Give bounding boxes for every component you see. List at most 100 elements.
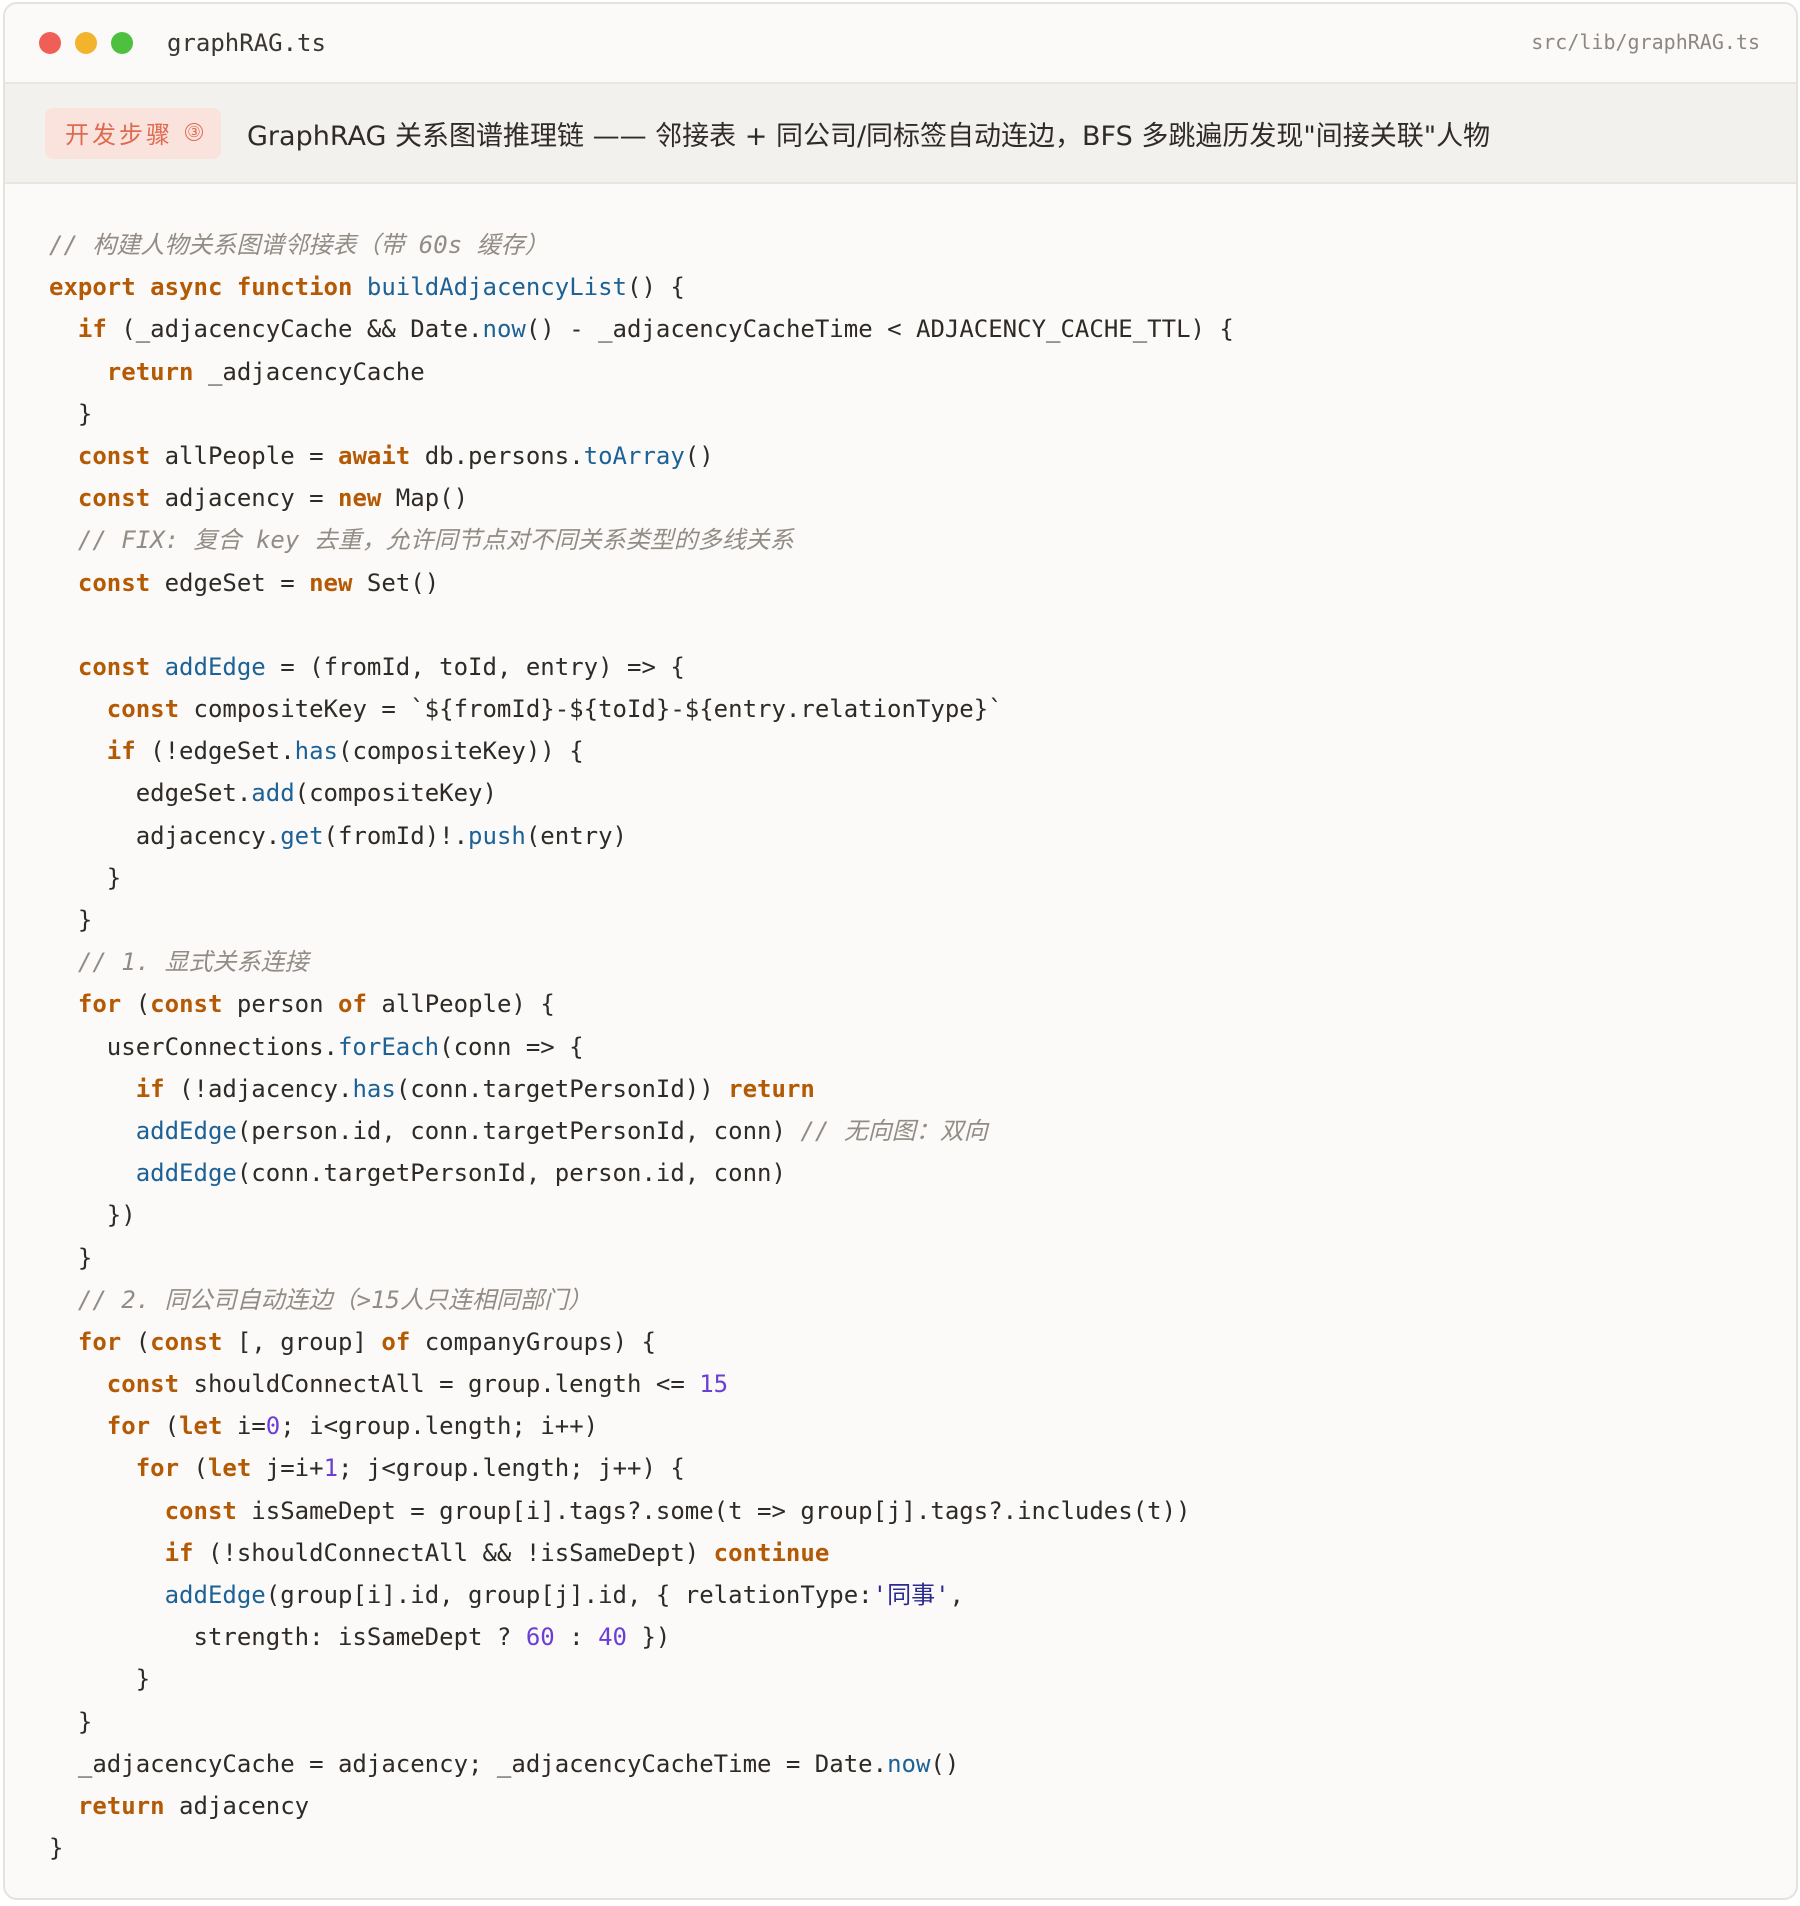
code-line: } (49, 1658, 1234, 1700)
code-line: addEdge(group[i].id, group[j].id, { rela… (49, 1574, 1234, 1616)
code-token: (_adjacencyCache && Date. (106, 315, 483, 344)
code-token: = (fromId, toId, entry) => { (265, 652, 685, 681)
code-window: graphRAG.ts src/lib/graphRAG.ts 开发步骤 ③ G… (3, 2, 1798, 1900)
keyword-token: if (106, 737, 136, 766)
code-token: ( (121, 990, 151, 1019)
code-token: (!edgeSet. (135, 737, 295, 766)
keyword-token: const (106, 1370, 180, 1399)
code-line: for (let i=0; i<group.length; i++) (49, 1405, 1234, 1447)
string-token: '同事' (872, 1581, 950, 1609)
keyword-token: for (106, 1412, 151, 1441)
code-line: return _adjacencyCache (49, 351, 1234, 393)
code-token: shouldConnectAll = group.length <= (179, 1370, 700, 1399)
code-token: [, group] (222, 1327, 382, 1356)
code-token: userConnections. (49, 1032, 338, 1061)
code-line: strength: isSameDept ? 60 : 40 }) (49, 1616, 1234, 1658)
keyword-token: let (179, 1412, 223, 1441)
keyword-token: return (728, 1074, 815, 1103)
keyword-token: new (338, 484, 382, 513)
keyword-token: of (338, 990, 367, 1019)
code-line: } (49, 1237, 1234, 1279)
comment-token: // 1. 显式关系连接 (77, 948, 309, 977)
code-token: _adjacencyCache = adjacency; _adjacencyC… (49, 1749, 888, 1778)
code-token: companyGroups) { (410, 1327, 656, 1356)
code-line: const compositeKey = `${fromId}-${toId}-… (49, 688, 1234, 730)
code-token: Set() (352, 568, 440, 597)
code-token: , (949, 1581, 964, 1609)
keyword-token: async (150, 273, 223, 302)
code-token: db.persons. (410, 441, 584, 470)
code-token: strength: isSameDept ? (49, 1623, 526, 1652)
file-name: graphRAG.ts (167, 29, 326, 57)
code-token: (group[i].id, group[j].id, { relationTyp… (265, 1581, 873, 1609)
code-token: allPeople) { (366, 990, 555, 1019)
code-token: }) (627, 1623, 671, 1652)
code-token: (conn.targetPersonId, person.id, conn) (236, 1159, 786, 1188)
maximize-window-icon[interactable] (111, 32, 133, 54)
keyword-token: const (150, 1327, 223, 1356)
window-controls (39, 32, 133, 54)
code-token: adjacency. (49, 821, 281, 850)
number-token: 15 (699, 1370, 729, 1399)
window-titlebar: graphRAG.ts src/lib/graphRAG.ts (5, 4, 1796, 84)
code-token: ( (121, 1327, 151, 1356)
code-line: addEdge(conn.targetPersonId, person.id, … (49, 1152, 1234, 1194)
code-line: // 1. 显式关系连接 (49, 941, 1234, 983)
function-token: toArray (583, 441, 685, 470)
comment-token: // 构建人物关系图谱邻接表（带 60s 缓存） (49, 231, 549, 259)
code-line: // 构建人物关系图谱邻接表（带 60s 缓存） (49, 224, 1234, 266)
keyword-token: const (77, 441, 151, 470)
keyword-token: const (77, 484, 151, 513)
file-path: src/lib/graphRAG.ts (1531, 30, 1760, 54)
code-token: (compositeKey)) { (338, 737, 584, 766)
function-token: forEach (337, 1032, 440, 1061)
keyword-token: new (309, 568, 353, 597)
code-token: Map() (381, 484, 469, 513)
code-token: compositeKey = `${fromId}-${toId}-${entr… (179, 695, 1003, 724)
keyword-token: if (135, 1074, 165, 1103)
step-badge-label: 开发步骤 (65, 120, 173, 149)
code-token: (entry) (525, 821, 627, 850)
step-header: 开发步骤 ③ GraphRAG 关系图谱推理链 —— 邻接表 + 同公司/同标签… (5, 84, 1796, 184)
code-line: } (49, 1701, 1234, 1743)
keyword-token: return (106, 357, 194, 386)
code-line: return adjacency (49, 1785, 1234, 1827)
keyword-token: of (381, 1327, 411, 1356)
code-line: const addEdge = (fromId, toId, entry) =>… (49, 646, 1234, 688)
code-line: adjacency.get(fromId)!.push(entry) (49, 815, 1234, 857)
keyword-token: await (338, 441, 411, 470)
keyword-token: let (207, 1454, 252, 1483)
comment-token: // 无向图：双向 (800, 1116, 988, 1145)
keyword-token: function (236, 273, 353, 302)
code-token: () { (627, 273, 685, 302)
code-token: isSameDept = group[i].tags?.some(t => gr… (236, 1496, 1191, 1525)
code-token: (conn => { (439, 1032, 584, 1061)
close-window-icon[interactable] (39, 32, 61, 54)
code-token: adjacency (164, 1791, 310, 1820)
code-token: adjacency = (150, 484, 338, 513)
code-token: : (554, 1623, 599, 1652)
function-token: push (468, 821, 526, 850)
code-token: i= (222, 1412, 266, 1441)
function-token: get (280, 821, 324, 850)
minimize-window-icon[interactable] (75, 32, 97, 54)
code-line: } (49, 393, 1234, 435)
code-token: }) (49, 1201, 136, 1230)
keyword-token: for (135, 1454, 180, 1483)
keyword-token: continue (713, 1538, 830, 1567)
function-token: addEdge (135, 1159, 237, 1188)
code-token: } (49, 1834, 64, 1863)
